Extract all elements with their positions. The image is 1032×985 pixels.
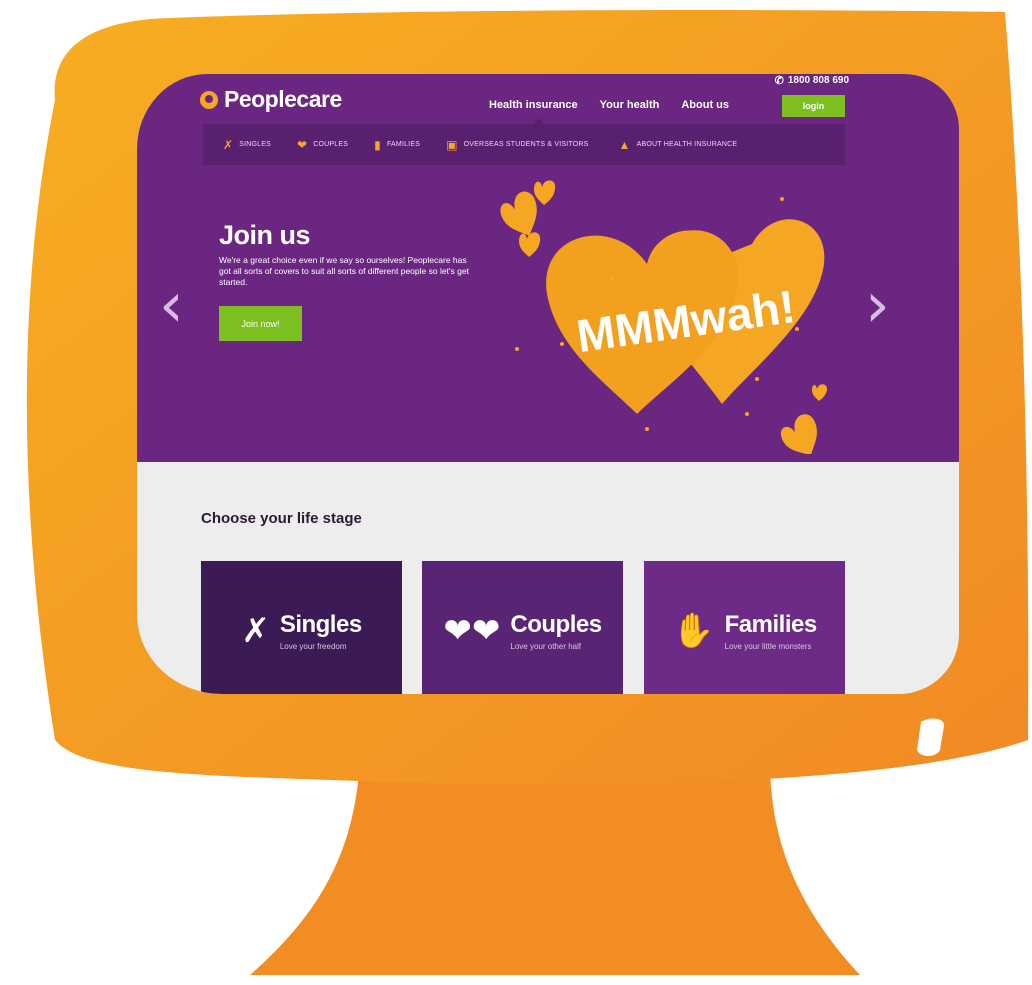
sub-nav-label: FAMILIES bbox=[386, 141, 421, 148]
sub-nav-label: COUPLES bbox=[313, 141, 349, 148]
nav-health-insurance[interactable]: Health insurance bbox=[489, 99, 578, 111]
chevron-left-icon[interactable]: ‹ bbox=[159, 274, 184, 336]
nav-about-us[interactable]: About us bbox=[681, 99, 729, 111]
small-heart bbox=[812, 384, 828, 401]
sub-nav-label: ABOUT HEALTH INSURANCE bbox=[636, 141, 738, 148]
top-nav: Health insurance Your health About us bbox=[489, 99, 751, 111]
small-heart bbox=[519, 232, 541, 257]
login-button[interactable]: login bbox=[782, 95, 845, 117]
small-heart bbox=[534, 180, 556, 205]
life-stage-card-families[interactable]: ✋ Families Love your little monsters bbox=[644, 561, 845, 694]
life-stage-card-couples[interactable]: ❤❤ Couples Love your other half bbox=[422, 561, 623, 694]
blocks-icon: ▲ bbox=[618, 137, 631, 152]
two-hearts-icon: ❤ bbox=[297, 137, 308, 152]
join-now-button[interactable]: Join now! bbox=[219, 306, 302, 341]
website: Peoplecare ✆ 1800 808 690 Health insuran… bbox=[137, 74, 959, 694]
card-subtitle: Love your freedom bbox=[279, 642, 347, 651]
single-person-icon: ✗ bbox=[241, 612, 270, 650]
hero-title: Join us bbox=[219, 220, 311, 250]
card-title: Couples bbox=[510, 611, 602, 638]
two-hearts-icon: ❤❤ bbox=[443, 612, 501, 650]
monitor-stand bbox=[250, 760, 860, 975]
small-heart bbox=[780, 414, 817, 454]
sub-nav-about-health-insurance[interactable]: ▲ ABOUT HEALTH INSURANCE bbox=[619, 139, 738, 151]
card-title: Singles bbox=[279, 611, 362, 638]
single-person-icon: ✗ bbox=[223, 137, 234, 152]
suitcase-icon: ▣ bbox=[446, 137, 458, 152]
card-subtitle: Love your little monsters bbox=[724, 642, 812, 651]
logo-mark-icon bbox=[200, 90, 218, 109]
card-title: Families bbox=[724, 611, 818, 638]
life-stage-card-singles[interactable]: ✗ Singles Love your freedom bbox=[201, 561, 402, 694]
family-icon: ✋ bbox=[672, 612, 715, 650]
sub-nav-couples[interactable]: ❤ COUPLES bbox=[297, 139, 348, 151]
monitor-screen: Peoplecare ✆ 1800 808 690 Health insuran… bbox=[137, 74, 959, 694]
life-stage-title: Choose your life stage bbox=[201, 510, 362, 527]
logo[interactable]: Peoplecare bbox=[200, 86, 342, 113]
hero-text: We're a great choice even if we say so o… bbox=[219, 255, 469, 287]
sub-nav-singles[interactable]: ✗ SINGLES bbox=[223, 139, 271, 151]
sub-nav-families[interactable]: ▮ FAMILIES bbox=[374, 139, 420, 151]
sub-nav-label: OVERSEAS STUDENTS & VISITORS bbox=[463, 141, 589, 148]
logo-text: Peoplecare bbox=[224, 86, 342, 112]
card-subtitle: Love your other half bbox=[510, 642, 582, 651]
phone-icon: ✆ bbox=[774, 75, 784, 87]
hearts-illustration: MMMwah! bbox=[500, 180, 828, 454]
hero-section: Peoplecare ✆ 1800 808 690 Health insuran… bbox=[137, 74, 959, 462]
sub-nav: ✗ SINGLES ❤ COUPLES ▮ FAMILIES ▣ OVERSEA… bbox=[203, 124, 845, 165]
phone-text: 1800 808 690 bbox=[787, 75, 849, 86]
sub-nav-label: SINGLES bbox=[239, 141, 272, 148]
sub-nav-overseas[interactable]: ▣ OVERSEAS STUDENTS & VISITORS bbox=[446, 139, 588, 151]
nav-your-health[interactable]: Your health bbox=[600, 99, 660, 111]
phone-number[interactable]: ✆ 1800 808 690 bbox=[775, 74, 849, 87]
family-icon: ▮ bbox=[374, 137, 381, 152]
chevron-right-icon[interactable]: › bbox=[865, 274, 890, 336]
